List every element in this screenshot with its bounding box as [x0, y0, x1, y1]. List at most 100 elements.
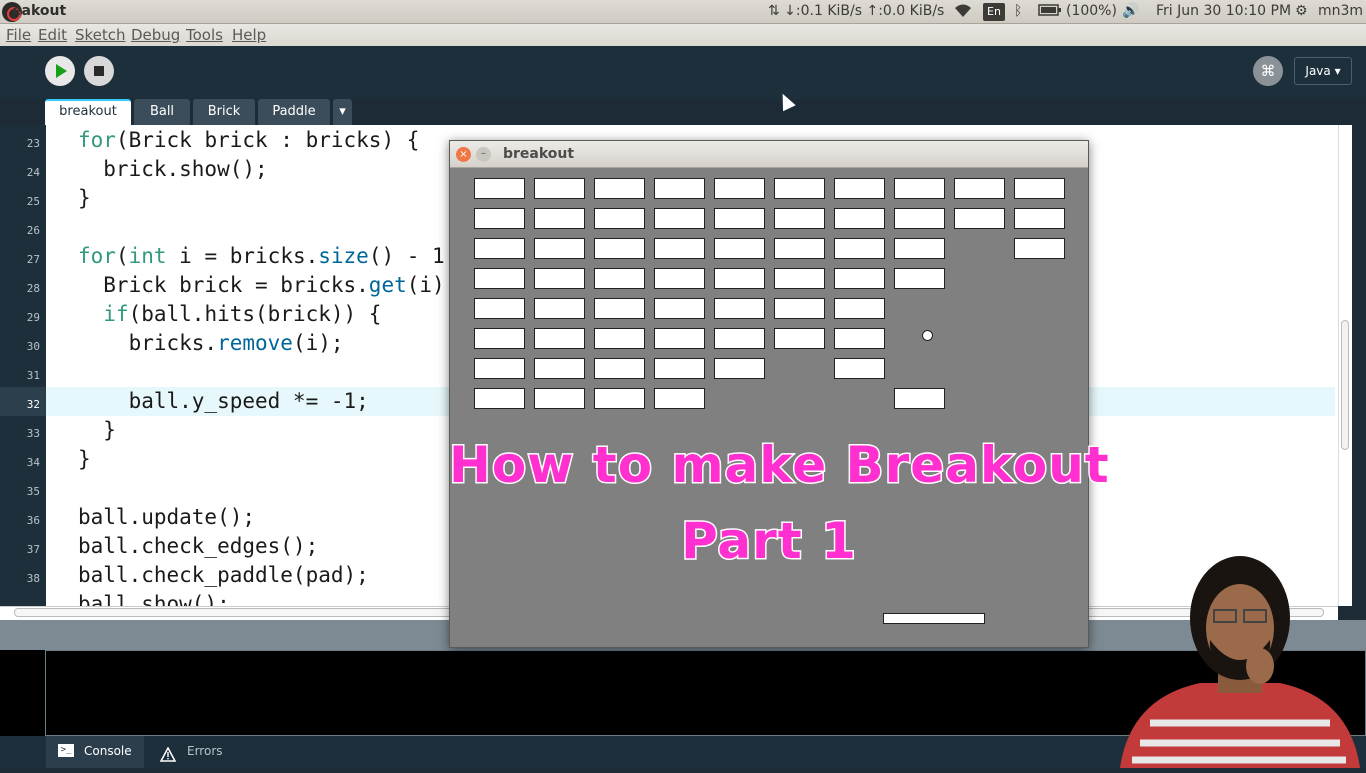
settings-gear-icon[interactable]: ⚙ [1295, 3, 1308, 19]
brick [1014, 178, 1065, 199]
code-line[interactable]: ball.update(); [78, 505, 255, 529]
line-number-current: 32 [26, 398, 40, 411]
errors-tab-label: Errors [187, 744, 223, 758]
brick [654, 328, 705, 349]
brick [474, 178, 525, 199]
brick [534, 328, 585, 349]
brick [594, 178, 645, 199]
brick [534, 358, 585, 379]
brick [594, 298, 645, 319]
brick [714, 178, 765, 199]
code-line[interactable]: } [78, 447, 91, 471]
brick [534, 298, 585, 319]
battery-icon[interactable] [1038, 3, 1062, 21]
line-number: 35 [26, 485, 40, 498]
brick [534, 268, 585, 289]
brick [654, 358, 705, 379]
code-line[interactable]: if(ball.hits(brick)) { [78, 302, 381, 326]
terminal-icon: >_ [58, 744, 74, 757]
brick [714, 238, 765, 259]
brick [834, 268, 885, 289]
brick [474, 238, 525, 259]
tab-paddle[interactable]: Paddle [258, 99, 330, 125]
line-number: 23 [26, 137, 40, 150]
menu-edit[interactable]: Edit [38, 26, 67, 44]
volume-icon[interactable]: 🔊 [1122, 3, 1139, 19]
brick [894, 208, 945, 229]
brick [774, 298, 825, 319]
brick [654, 388, 705, 409]
brick [474, 388, 525, 409]
battery-percent: (100%) [1066, 3, 1117, 19]
code-line-current[interactable]: ball.y_speed *= -1; [78, 389, 369, 413]
menu-file[interactable]: File [6, 26, 31, 44]
brick [954, 208, 1005, 229]
brick [834, 298, 885, 319]
brick [774, 208, 825, 229]
vertical-scroll-thumb[interactable] [1341, 320, 1349, 450]
errors-tab[interactable]: Errors [159, 736, 250, 768]
line-number: 33 [26, 427, 40, 440]
menu-tools[interactable]: Tools [186, 26, 223, 44]
brick [594, 328, 645, 349]
code-line[interactable]: bricks.remove(i); [78, 331, 344, 355]
tab-breakout[interactable]: breakout [45, 99, 131, 125]
brick [594, 208, 645, 229]
user-name[interactable]: mn3m [1318, 3, 1363, 19]
brick [714, 268, 765, 289]
brick [534, 208, 585, 229]
run-button[interactable] [45, 56, 75, 86]
brick [834, 208, 885, 229]
brick [954, 178, 1005, 199]
code-line[interactable]: ball.show(); [78, 592, 230, 606]
line-number: 27 [26, 253, 40, 266]
menu-sketch[interactable]: Sketch [75, 26, 126, 44]
ide-toolbar [0, 46, 1366, 99]
line-number: 24 [26, 166, 40, 179]
code-line[interactable]: for(Brick brick : bricks) { [78, 128, 419, 152]
close-window-icon[interactable]: × [456, 147, 471, 162]
wifi-icon[interactable] [953, 3, 973, 23]
brick [594, 388, 645, 409]
code-line[interactable]: Brick brick = bricks.get(i) [78, 273, 444, 297]
brick [594, 238, 645, 259]
brick [894, 238, 945, 259]
minimize-window-icon[interactable]: – [476, 147, 491, 162]
sketch-window-title: breakout [503, 146, 575, 162]
code-line[interactable]: ball.check_paddle(pad); [78, 563, 369, 587]
menu-help[interactable]: Help [232, 26, 266, 44]
brick [654, 268, 705, 289]
line-number: 30 [26, 340, 40, 353]
clock[interactable]: Fri Jun 30 10:10 PM [1156, 3, 1291, 19]
brick [474, 208, 525, 229]
brick [1014, 208, 1065, 229]
tab-brick[interactable]: Brick [193, 99, 255, 125]
bluetooth-icon[interactable]: ᛒ [1014, 3, 1022, 19]
code-line[interactable]: for(int i = bricks.size() - 1 [78, 244, 445, 268]
mode-selector[interactable]: Java ▾ [1294, 57, 1352, 85]
keyboard-language[interactable]: En [983, 3, 1005, 21]
tabs-menu-button[interactable]: ▾ [333, 99, 352, 125]
tab-ball[interactable]: Ball [134, 99, 190, 125]
brick [534, 178, 585, 199]
network-indicator[interactable]: ⇅ ↓:0.1 KiB/s ↑:0.0 KiB/s [768, 3, 944, 19]
brick [654, 238, 705, 259]
ball [922, 330, 933, 341]
brick [774, 328, 825, 349]
brick [474, 298, 525, 319]
code-line[interactable]: ball.check_edges(); [78, 534, 318, 558]
console-tab[interactable]: >_ Console [46, 736, 144, 768]
brick [654, 178, 705, 199]
line-number: 31 [26, 369, 40, 382]
brick [594, 358, 645, 379]
brick [834, 178, 885, 199]
debugger-toggle-icon[interactable]: ⌘ [1253, 56, 1283, 86]
line-number: 36 [26, 514, 40, 527]
code-line[interactable]: } [78, 186, 91, 210]
menu-debug[interactable]: Debug [131, 26, 180, 44]
code-line[interactable]: } [78, 418, 116, 442]
line-number: 25 [26, 195, 40, 208]
stop-button[interactable] [84, 56, 114, 86]
line-number: 29 [26, 311, 40, 324]
code-line[interactable]: brick.show(); [78, 157, 267, 181]
